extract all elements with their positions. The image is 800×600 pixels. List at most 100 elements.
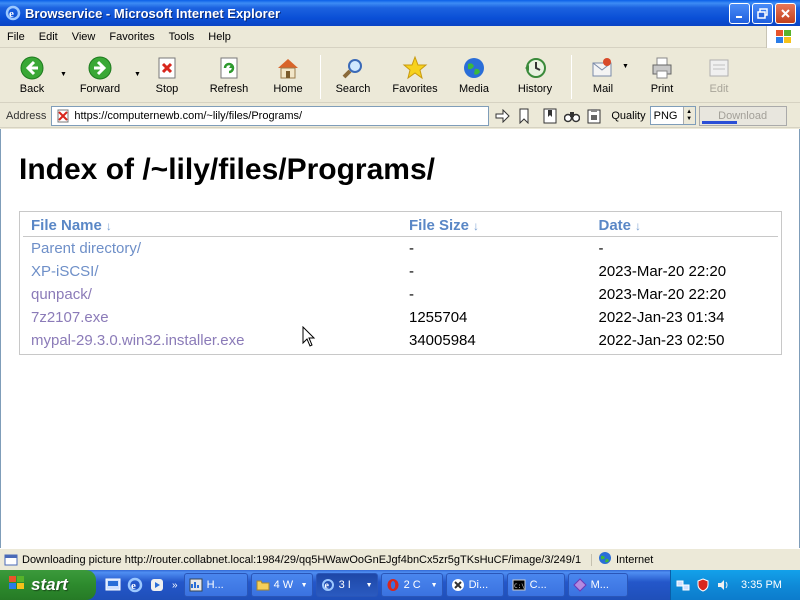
stop-label: Stop	[155, 83, 179, 95]
history-label: History	[517, 83, 553, 95]
back-button[interactable]: Back ▼	[4, 55, 67, 101]
svg-text:e: e	[324, 581, 329, 592]
column-header-name[interactable]: File Name ↓	[23, 217, 409, 234]
title-bar: e Browservice - Microsoft Internet Explo…	[0, 0, 800, 26]
search-button[interactable]: Search	[327, 55, 379, 101]
address-label: Address	[6, 109, 47, 122]
forward-label: Forward	[79, 83, 121, 95]
back-label: Back	[19, 83, 45, 95]
history-button[interactable]: History	[505, 55, 565, 101]
system-tray: 3:35 PM	[670, 570, 800, 600]
quick-launch-more-icon[interactable]: »	[172, 580, 178, 591]
group-dropdown-icon: ▼	[430, 581, 438, 589]
show-desktop-icon[interactable]	[104, 576, 122, 594]
file-size: 1255704	[408, 309, 468, 326]
file-listing-table: File Name ↓ File Size ↓ Date ↓ Parent direc…	[19, 211, 782, 355]
opera-icon	[386, 578, 400, 592]
zone-label: Internet	[616, 553, 654, 566]
windows-logo-icon	[766, 26, 800, 48]
refresh-label: Refresh	[209, 83, 249, 95]
group-dropdown-icon: ▼	[365, 581, 373, 589]
media-button[interactable]: Media	[447, 55, 501, 101]
print-label: Print	[650, 83, 674, 95]
file-link[interactable]: mypal-29.3.0.win32.installer.exe	[31, 332, 244, 349]
menu-tools[interactable]: Tools	[162, 26, 202, 48]
bookmark-icon[interactable]	[515, 107, 533, 125]
close-button[interactable]	[775, 3, 796, 24]
column-header-size[interactable]: File Size ↓	[409, 217, 599, 234]
search-icon	[340, 55, 366, 81]
globe-icon	[461, 55, 487, 81]
app-icon	[451, 578, 465, 592]
home-button[interactable]: Home	[262, 55, 314, 101]
go-arrow-icon[interactable]	[493, 107, 511, 125]
menu-favorites[interactable]: Favorites	[102, 26, 161, 48]
file-link[interactable]: Parent directory/	[31, 240, 141, 257]
svg-text:e: e	[9, 8, 14, 20]
page-heading: Index of /~lily/files/Programs/	[19, 153, 435, 186]
printer-icon	[649, 55, 675, 81]
favorites-button[interactable]: Favorites	[385, 55, 445, 101]
quality-spinner-icon[interactable]: ▲ ▼	[682, 107, 695, 124]
table-row: mypal-29.3.0.win32.installer.exe 3400598…	[23, 329, 778, 352]
refresh-button[interactable]: Refresh	[200, 55, 258, 101]
maximize-button[interactable]	[752, 3, 773, 24]
volume-icon[interactable]	[715, 577, 731, 593]
find-binoculars-icon[interactable]	[563, 107, 581, 125]
file-link[interactable]: XP-iSCSI/	[31, 263, 99, 280]
file-size: 34005984	[408, 332, 476, 349]
download-button[interactable]: Download	[698, 105, 787, 126]
file-size: -	[408, 240, 414, 257]
clipboard-icon[interactable]	[585, 107, 603, 125]
taskbar: start e » H... 4 W ▼ e 3 I ▼ 2 C ▼ Di...…	[0, 570, 800, 600]
stop-icon	[154, 55, 180, 81]
forward-dropdown-icon[interactable]: ▼	[134, 71, 141, 78]
menu-help[interactable]: Help	[201, 26, 238, 48]
bookmarks-list-icon[interactable]	[541, 107, 559, 125]
search-label: Search	[335, 83, 371, 95]
taskbar-item[interactable]: Di...	[445, 573, 504, 597]
home-label: Home	[273, 83, 303, 95]
toolbar-separator	[571, 55, 572, 99]
history-clock-icon	[522, 55, 548, 81]
status-bar: Downloading picture http://router.collab…	[0, 548, 800, 570]
menu-view[interactable]: View	[65, 26, 103, 48]
column-header-date[interactable]: Date ↓	[598, 217, 778, 234]
mail-dropdown-icon[interactable]: ▼	[622, 63, 629, 70]
table-row: XP-iSCSI/ - 2023-Mar-20 22:20	[23, 260, 778, 283]
taskbar-item[interactable]: e 3 I ▼	[315, 573, 378, 597]
stop-button[interactable]: Stop	[142, 55, 192, 101]
taskbar-item[interactable]: 4 W ▼	[250, 573, 313, 597]
edit-icon	[706, 55, 732, 81]
security-shield-icon[interactable]	[695, 577, 711, 593]
back-dropdown-icon[interactable]: ▼	[60, 71, 67, 78]
minimize-button[interactable]	[729, 3, 750, 24]
forward-button[interactable]: Forward ▼	[68, 55, 141, 101]
file-link[interactable]: qunpack/	[31, 286, 92, 303]
taskbar-item[interactable]: H...	[183, 573, 248, 597]
taskbar-item[interactable]: C:\ C...	[506, 573, 565, 597]
sort-arrow-icon: ↓	[105, 218, 112, 233]
start-button[interactable]: start	[0, 570, 96, 600]
edit-button[interactable]: Edit	[694, 55, 744, 101]
quality-value: PNG	[653, 109, 678, 122]
media-player-icon[interactable]	[148, 576, 166, 594]
mail-button[interactable]: Mail ▼	[578, 55, 629, 101]
address-url: https://computernewb.com/~lily/files/Pro…	[74, 109, 303, 122]
quick-launch: e »	[104, 576, 178, 594]
taskbar-item[interactable]: 2 C ▼	[380, 573, 443, 597]
download-progress-bar	[701, 120, 737, 124]
ie-quicklaunch-icon[interactable]: e	[126, 576, 144, 594]
menu-file[interactable]: File	[0, 26, 32, 48]
file-link[interactable]: 7z2107.exe	[31, 309, 109, 326]
quality-select[interactable]: PNG ▲ ▼	[649, 106, 696, 125]
network-icon[interactable]	[675, 577, 691, 593]
page-icon	[56, 109, 70, 123]
taskbar-item[interactable]: M...	[567, 573, 628, 597]
quality-label: Quality	[611, 109, 646, 122]
app-icon	[189, 578, 203, 592]
file-date: 2022-Jan-23 02:50	[598, 332, 725, 349]
menu-edit[interactable]: Edit	[32, 26, 65, 48]
address-input[interactable]: https://computernewb.com/~lily/files/Pro…	[51, 105, 490, 126]
print-button[interactable]: Print	[636, 55, 688, 101]
